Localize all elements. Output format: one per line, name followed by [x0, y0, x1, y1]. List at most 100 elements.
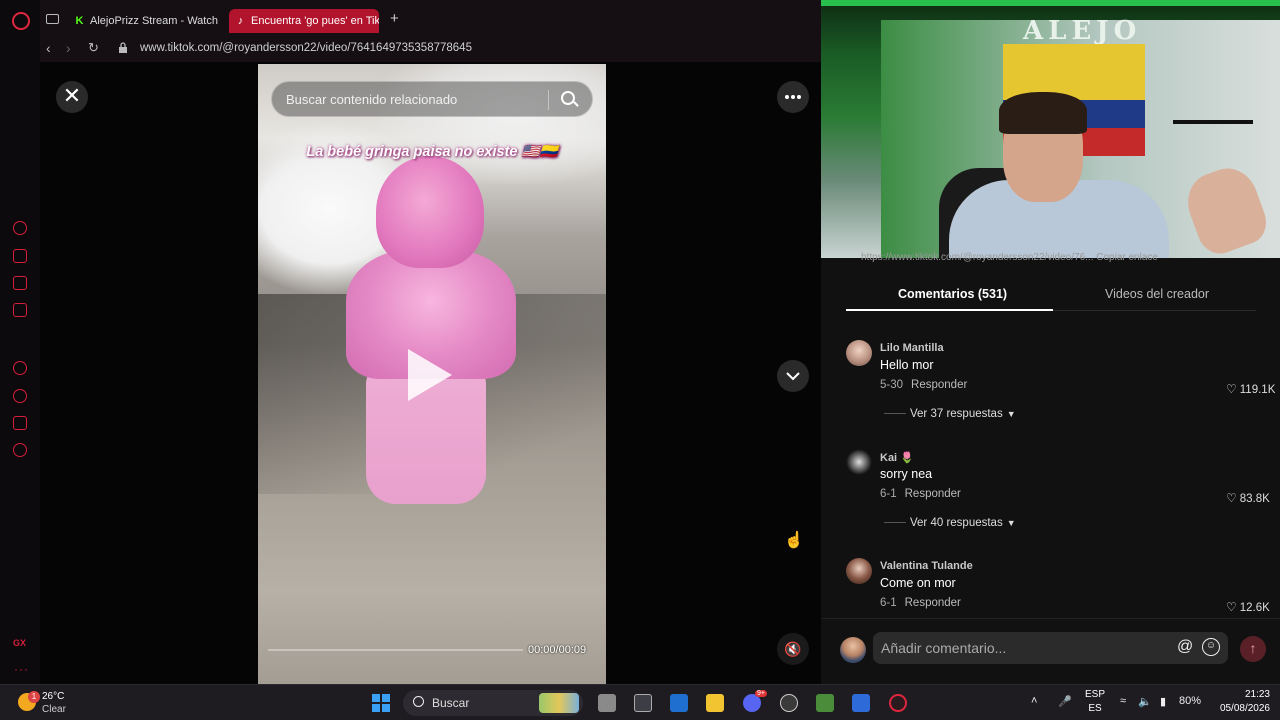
comment-username[interactable]: Valentina Tulande — [880, 560, 973, 572]
volume-icon[interactable]: 🔈 — [1138, 695, 1152, 708]
clock-time: 21:23 — [1244, 689, 1270, 700]
more-options-button[interactable] — [777, 81, 809, 113]
related-search-bar[interactable]: Buscar contenido relacionado — [271, 81, 593, 117]
url-field[interactable]: www.tiktok.com/@royandersson22/video/764… — [140, 42, 472, 54]
extensions-icon[interactable] — [13, 416, 27, 430]
avatar[interactable] — [846, 558, 872, 584]
opera-logo-icon[interactable] — [12, 12, 30, 30]
tab-creator-videos[interactable]: Videos del creador — [1105, 287, 1209, 301]
microphone-icon[interactable]: 🎤 — [1058, 695, 1072, 708]
tab-alejoprizz-stream[interactable]: K AlejoPrizz Stream - Watch Li — [68, 9, 218, 33]
play-icon[interactable] — [408, 349, 452, 401]
battery-percent: 80% — [1179, 695, 1202, 707]
minecraft-icon[interactable] — [816, 694, 834, 712]
chevron-down-icon: ▼ — [1006, 518, 1016, 528]
comment-meta: 6-1 Responder — [880, 597, 961, 609]
like-button[interactable]: ♡ 12.6K — [1226, 600, 1270, 614]
comment-meta: 5-30 Responder — [880, 379, 967, 391]
language-primary: ESP — [1084, 689, 1105, 700]
comment-meta: 6-1 Responder — [880, 488, 961, 500]
replies-line — [884, 413, 906, 415]
battery-icon[interactable]: ▮ — [1160, 695, 1166, 708]
editor-app-icon[interactable] — [670, 694, 688, 712]
twitch-icon[interactable] — [13, 276, 27, 290]
webcam-streamer-hair — [999, 92, 1087, 134]
messenger-icon[interactable] — [13, 303, 27, 317]
avatar[interactable] — [846, 340, 872, 366]
chevron-up-icon[interactable]: ˄ — [1031, 695, 1037, 707]
comment-username[interactable]: Lilo Mantilla — [880, 342, 944, 354]
new-tab-button[interactable]: + — [390, 10, 399, 27]
forward-arrow-icon[interactable]: › — [66, 40, 71, 56]
obs-icon[interactable] — [780, 694, 798, 712]
address-bar: ‹ › ↻ www.tiktok.com/@royandersson22/vid… — [40, 36, 821, 62]
reload-icon[interactable]: ↻ — [88, 40, 99, 56]
comment-input-placeholder: Añadir comentario... — [881, 640, 1007, 656]
mute-button[interactable]: 🔇 — [777, 633, 809, 665]
avatar[interactable] — [840, 637, 866, 663]
post-comment-button[interactable]: ↑ — [1240, 636, 1266, 662]
webcam-wall-letters: ALEJO — [1023, 16, 1142, 46]
like-button[interactable]: ♡ 119.1K — [1226, 382, 1275, 396]
comment-username[interactable]: Kai 🌷 — [880, 451, 914, 464]
reply-button[interactable]: Responder — [905, 597, 961, 609]
tab-comments[interactable]: Comentarios (531) — [898, 287, 1007, 301]
video-player[interactable]: Buscar contenido relacionado La bebé gri… — [258, 64, 606, 684]
comment-input[interactable]: Añadir comentario... @ ☺ — [873, 632, 1228, 664]
language-secondary: ES — [1088, 703, 1102, 714]
like-button[interactable]: ♡ 83.8K — [1226, 491, 1270, 505]
search-icon[interactable] — [561, 91, 575, 105]
speed-dial-icon[interactable] — [13, 221, 27, 235]
replies-line — [884, 522, 906, 524]
comment-date: 6-1 — [880, 488, 897, 500]
view-replies-button[interactable]: Ver 37 respuestas ▼ — [884, 408, 1016, 420]
kick-icon: K — [75, 15, 84, 27]
reply-button[interactable]: Responder — [905, 488, 961, 500]
view-replies-button[interactable]: Ver 40 respuestas ▼ — [884, 517, 1016, 529]
comment-text: Come on mor — [880, 576, 956, 590]
sidebar-more-icon[interactable]: ··· — [14, 662, 29, 676]
heart-icon: ♡ — [1226, 382, 1237, 396]
video-progress-bar[interactable] — [268, 649, 523, 651]
comment-date: 6-1 — [880, 597, 897, 609]
avatar[interactable] — [846, 449, 872, 475]
opera-gx-taskbar-icon[interactable] — [889, 694, 907, 712]
settings-gear-icon[interactable] — [13, 443, 27, 457]
comment-text: sorry nea — [880, 467, 933, 481]
tab-island-icon[interactable] — [46, 14, 59, 24]
taskbar-search[interactable]: Buscar — [403, 690, 583, 716]
taskbar-search-placeholder: Buscar — [432, 696, 470, 710]
gx-corner-icon[interactable] — [13, 249, 27, 263]
reply-button[interactable]: Responder — [911, 379, 967, 391]
heart-icon: ♡ — [1226, 491, 1237, 505]
back-arrow-icon[interactable]: ‹ — [46, 40, 51, 56]
next-video-button[interactable] — [777, 360, 809, 392]
heart-icon: ♡ — [1226, 600, 1237, 614]
emoji-icon[interactable]: ☺ — [1202, 638, 1220, 656]
player-icon[interactable] — [13, 361, 27, 375]
comments-panel: https://www.tiktok.com/@royandersson22/v… — [821, 252, 1280, 684]
history-icon[interactable] — [13, 389, 27, 403]
gx-control-label[interactable]: GX — [13, 638, 26, 648]
like-count: 119.1K — [1239, 384, 1276, 396]
app-cube-icon[interactable] — [634, 694, 652, 712]
wifi-icon[interactable]: ≈ — [1120, 695, 1126, 707]
close-video-button[interactable]: ✕ — [56, 81, 88, 113]
tab-tiktok-search[interactable]: ♪ Encuentra 'go pues' en TikTo — [229, 9, 379, 33]
app-icon[interactable] — [852, 694, 870, 712]
browser-sidebar: GX ··· — [0, 0, 40, 684]
windows-start-icon[interactable] — [372, 694, 390, 712]
discord-badge: 9+ — [755, 690, 767, 697]
replies-label: Ver 37 respuestas — [910, 408, 1003, 420]
clock[interactable]: 21:23 05/08/2026 — [1210, 688, 1270, 716]
mention-icon[interactable]: @ — [1177, 638, 1193, 656]
weather-widget[interactable]: 1 26°C Clear — [16, 691, 106, 717]
video-time: 00:00/00:09 — [528, 644, 587, 656]
copy-link-row[interactable]: https://www.tiktok.com/@royandersson22/v… — [861, 252, 1158, 263]
language-indicator[interactable]: ESP ES — [1082, 688, 1108, 716]
task-view-icon[interactable] — [598, 694, 616, 712]
file-explorer-icon[interactable] — [706, 694, 724, 712]
search-highlight-image — [539, 693, 579, 713]
clock-date: 05/08/2026 — [1219, 703, 1270, 714]
video-caption-overlay: La bebé gringa paisa no existe 🇺🇸🇨🇴 — [306, 144, 558, 160]
